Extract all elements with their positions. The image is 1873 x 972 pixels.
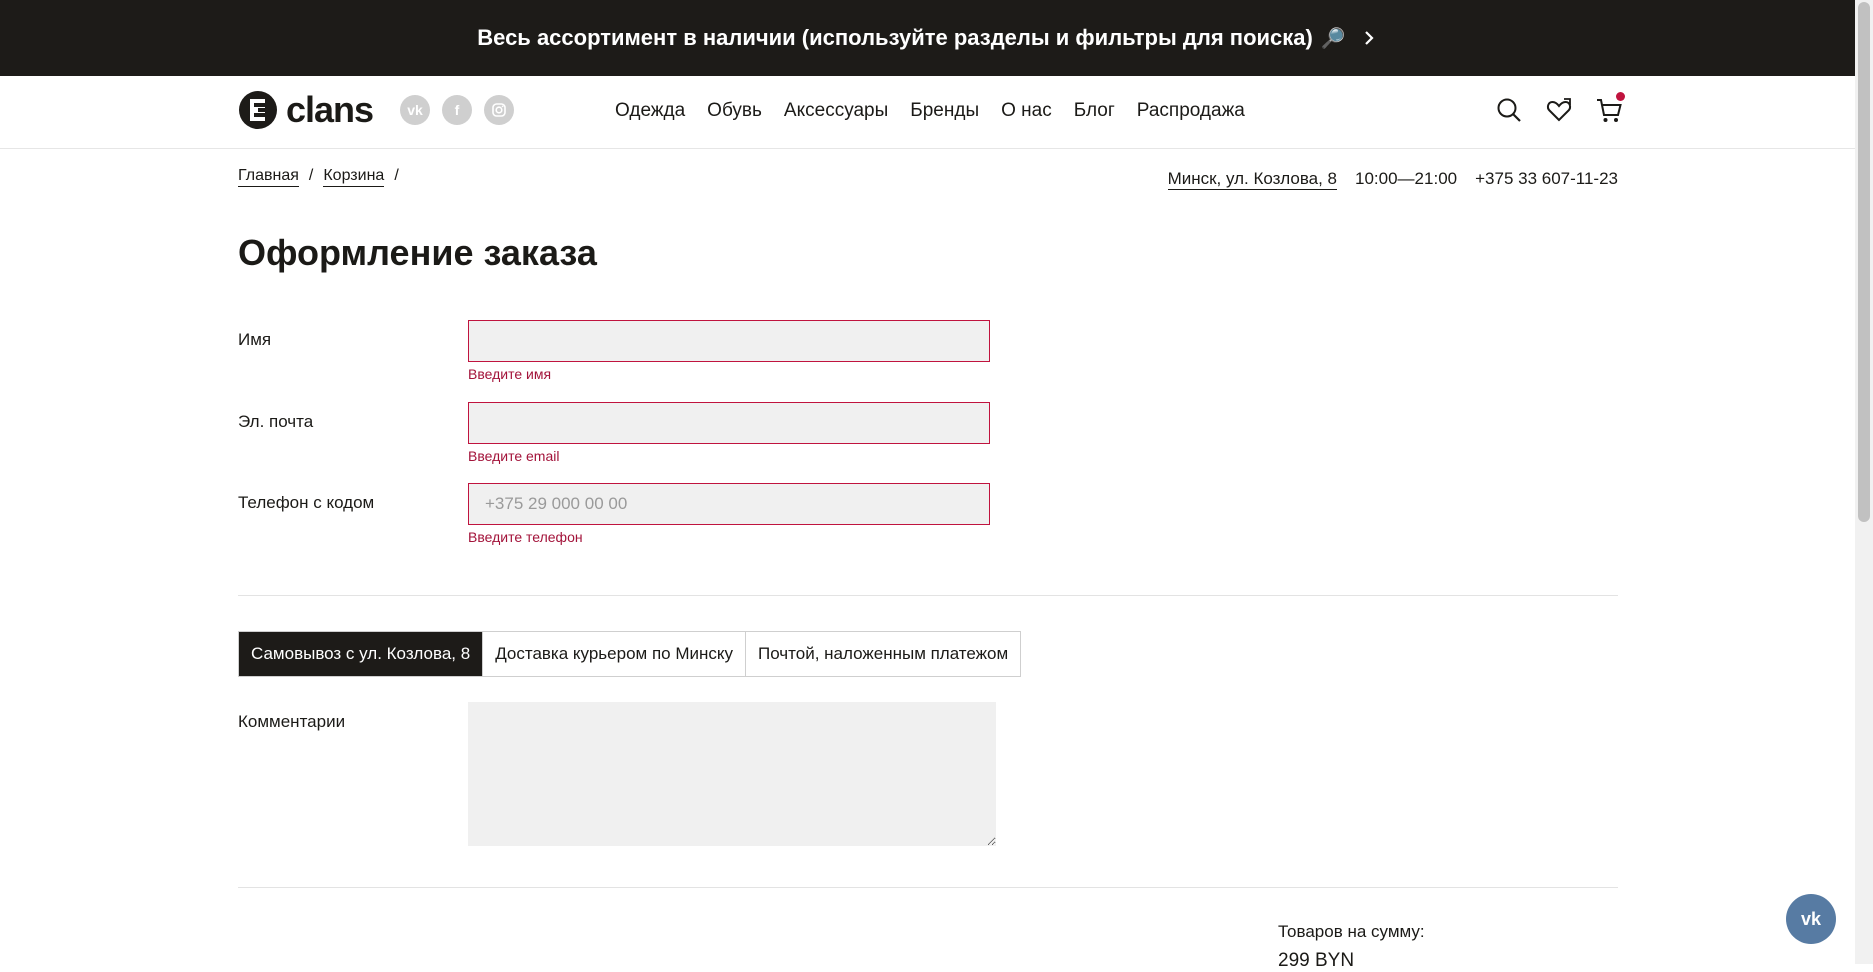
name-input[interactable] bbox=[468, 320, 990, 362]
store-phone[interactable]: +375 33 607-11-23 bbox=[1475, 169, 1618, 190]
comment-label: Комментарии bbox=[238, 712, 346, 731]
tab-post[interactable]: Почтой, наложенным платежом bbox=[746, 632, 1020, 676]
name-label: Имя bbox=[238, 330, 272, 349]
email-input[interactable] bbox=[468, 402, 990, 444]
phone-input[interactable] bbox=[468, 483, 990, 525]
vk-icon[interactable]: vk bbox=[400, 95, 430, 125]
site-header: clans vk f Одежда Обувь Аксессуары Бренд… bbox=[0, 76, 1855, 149]
magnifier-emoji-icon: 🔎 bbox=[1320, 27, 1346, 50]
breadcrumb-separator: / bbox=[308, 167, 314, 184]
vk-icon: vk bbox=[1800, 908, 1822, 929]
header-actions bbox=[1495, 92, 1625, 124]
breadcrumb-cart[interactable]: Корзина bbox=[323, 167, 385, 187]
nav-item-about[interactable]: О нас bbox=[1001, 100, 1052, 122]
phone-label: Телефон с кодом bbox=[238, 493, 375, 512]
nav-item-blog[interactable]: Блог bbox=[1074, 100, 1115, 122]
delivery-tabs: Самовывоз с ул. Козлова, 8 Доставка курь… bbox=[238, 631, 1022, 677]
store-address[interactable]: Минск, ул. Козлова, 8 bbox=[1167, 169, 1338, 190]
promo-banner[interactable]: Весь ассортимент в наличии (используйте … bbox=[0, 0, 1855, 76]
social-links: vk f bbox=[400, 95, 514, 125]
breadcrumb: Главная / Корзина / bbox=[238, 167, 399, 187]
logo-text: clans bbox=[286, 89, 374, 130]
nav-item-sale[interactable]: Распродажа bbox=[1137, 100, 1245, 122]
main-nav: Одежда Обувь Аксессуары Бренды О нас Бло… bbox=[615, 100, 1245, 122]
store-hours: 10:00—21:00 bbox=[1355, 169, 1458, 188]
logo-mark-icon bbox=[239, 91, 277, 129]
nav-item-accessories[interactable]: Аксессуары bbox=[784, 100, 888, 122]
phone-error: Введите телефон bbox=[468, 529, 583, 545]
store-contacts: Минск, ул. Козлова, 8 10:00—21:00 +375 3… bbox=[1167, 169, 1618, 190]
search-icon[interactable] bbox=[1495, 96, 1523, 124]
divider bbox=[238, 887, 1618, 888]
nav-item-brands[interactable]: Бренды bbox=[910, 100, 979, 122]
cart-badge bbox=[1616, 92, 1625, 101]
breadcrumb-separator: / bbox=[394, 167, 399, 184]
nav-item-shoes[interactable]: Обувь bbox=[707, 100, 762, 122]
page-title: Оформление заказа bbox=[238, 232, 597, 273]
facebook-icon[interactable]: f bbox=[442, 95, 472, 125]
tab-courier[interactable]: Доставка курьером по Минску bbox=[483, 632, 746, 676]
scrollbar-thumb[interactable] bbox=[1858, 2, 1870, 522]
chevron-right-icon[interactable] bbox=[1360, 29, 1378, 47]
logo[interactable]: clans bbox=[238, 89, 374, 130]
promo-text: Весь ассортимент в наличии (используйте … bbox=[477, 25, 1313, 50]
cart-icon[interactable] bbox=[1595, 92, 1625, 124]
summary-label: Товаров на сумму: bbox=[1278, 922, 1425, 941]
wishlist-heart-icon[interactable] bbox=[1545, 96, 1573, 124]
comment-textarea[interactable] bbox=[468, 702, 996, 846]
vk-chat-button[interactable]: vk bbox=[1786, 894, 1836, 944]
divider bbox=[238, 595, 1618, 596]
summary-total: 299 BYN bbox=[1278, 950, 1355, 971]
order-summary: Товаров на сумму: 299 BYN bbox=[1278, 922, 1425, 972]
nav-item-clothes[interactable]: Одежда bbox=[615, 100, 685, 122]
instagram-icon[interactable] bbox=[484, 95, 514, 125]
name-error: Введите имя bbox=[468, 366, 552, 382]
breadcrumb-home[interactable]: Главная bbox=[238, 167, 299, 187]
scrollbar[interactable] bbox=[1855, 0, 1873, 964]
email-label: Эл. почта bbox=[238, 412, 314, 431]
tab-pickup[interactable]: Самовывоз с ул. Козлова, 8 bbox=[239, 632, 484, 676]
email-error: Введите email bbox=[468, 448, 560, 464]
